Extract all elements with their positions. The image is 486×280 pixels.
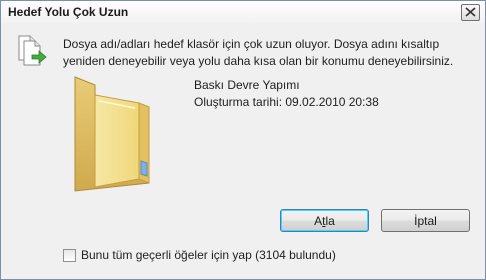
file-created-date: Oluşturma tarihi: 09.02.2010 20:38 bbox=[194, 95, 379, 109]
file-name: Baskı Devre Yapımı bbox=[194, 78, 300, 92]
window-title: Hedef Yolu Çok Uzun bbox=[8, 5, 129, 19]
dialog-content: Dosya adı/adları hedef klasör için çok u… bbox=[1, 23, 485, 279]
error-message: Dosya adı/adları hedef klasör için çok u… bbox=[63, 37, 454, 68]
close-button[interactable] bbox=[461, 4, 480, 21]
dialog-window: Hedef Yolu Çok Uzun Dosya adı/adları hed… bbox=[0, 0, 486, 280]
file-move-icon bbox=[18, 35, 47, 66]
title-bar[interactable]: Hedef Yolu Çok Uzun bbox=[1, 1, 485, 23]
apply-to-all-label[interactable]: Bunu tüm geçerli öğeler için yap (3104 b… bbox=[81, 248, 336, 262]
apply-to-all-checkbox[interactable] bbox=[63, 249, 76, 262]
folder-icon bbox=[74, 76, 150, 192]
cancel-button[interactable]: İptal bbox=[381, 209, 470, 232]
skip-button[interactable]: Atla bbox=[280, 209, 369, 232]
close-icon bbox=[465, 7, 476, 17]
